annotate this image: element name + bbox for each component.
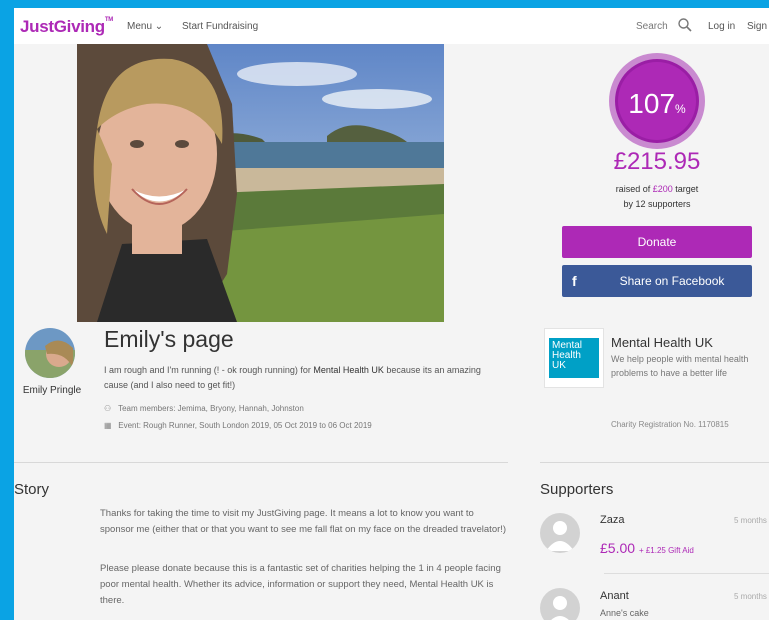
charity-logo[interactable]: Mental Health UK: [544, 328, 604, 388]
target-text: raised of £200 target: [615, 184, 699, 194]
divider: [604, 573, 769, 574]
supporter-avatar: [540, 513, 580, 553]
supporter-name: Zaza: [600, 514, 625, 526]
search-link[interactable]: Search: [636, 21, 668, 32]
story-paragraph: Thanks for taking the time to visit my J…: [100, 508, 507, 535]
progress-ring: 107%: [609, 53, 705, 149]
story-heading: Story: [14, 481, 50, 498]
supporter-message: Anne's cake: [600, 608, 649, 618]
hero-photo: [77, 44, 444, 322]
page-frame: JustGivingTM Menu ⌄ Start Fundraising Se…: [14, 8, 769, 620]
event-info: ▦ Event: Rough Runner, South London 2019…: [104, 421, 372, 430]
charity-registration: Charity Registration No. 1170815: [611, 420, 729, 429]
search-icon[interactable]: [677, 17, 693, 33]
team-members: ⚇ Team members: Jemima, Bryony, Hannah, …: [104, 404, 304, 413]
chevron-down-icon: ⌄: [154, 21, 164, 32]
menu-dropdown[interactable]: Menu ⌄: [127, 21, 163, 32]
owner-name[interactable]: Emily Pringle: [14, 385, 90, 396]
charity-description: We help people with mental health proble…: [611, 354, 749, 378]
charity-link[interactable]: Mental Health UK: [313, 365, 384, 375]
calendar-icon: ▦: [104, 421, 112, 430]
supporter-time: 5 months: [734, 516, 767, 525]
supporters-count: by 12 supporters: [623, 199, 691, 209]
login-link[interactable]: Log in: [708, 21, 735, 32]
avatar[interactable]: [25, 328, 75, 378]
share-facebook-label: Share on Facebook: [619, 274, 725, 288]
facebook-icon: f: [572, 273, 577, 289]
donate-button[interactable]: Donate: [562, 226, 752, 258]
supporter-name: Anant: [600, 590, 629, 602]
amount-raised: £215.95: [613, 148, 701, 175]
progress-percent: 107%: [628, 88, 686, 119]
divider: [540, 462, 769, 463]
menu-label: Menu: [127, 21, 153, 32]
story-paragraph: Please please donate because this is a f…: [100, 563, 501, 606]
justgiving-logo[interactable]: JustGivingTM: [20, 17, 113, 37]
supporter-time: 5 months: [734, 592, 767, 601]
charity-name[interactable]: Mental Health UK: [611, 335, 713, 350]
signup-link[interactable]: Sign: [747, 21, 767, 32]
supporters-heading: Supporters: [540, 481, 614, 498]
supporter-avatar: [540, 588, 580, 620]
supporter-amount: £5.00 + £1.25 Gift Aid: [600, 540, 694, 556]
page-intro: I am rough and I'm running (! - ok rough…: [104, 365, 481, 390]
gift-aid: + £1.25 Gift Aid: [638, 546, 694, 555]
share-facebook-button[interactable]: f Share on Facebook: [562, 265, 752, 297]
divider: [14, 462, 508, 463]
start-fundraising-link[interactable]: Start Fundraising: [182, 21, 258, 32]
team-icon: ⚇: [104, 404, 112, 413]
top-navigation: JustGivingTM Menu ⌄ Start Fundraising Se…: [14, 8, 769, 44]
page-title: Emily's page: [104, 326, 234, 352]
